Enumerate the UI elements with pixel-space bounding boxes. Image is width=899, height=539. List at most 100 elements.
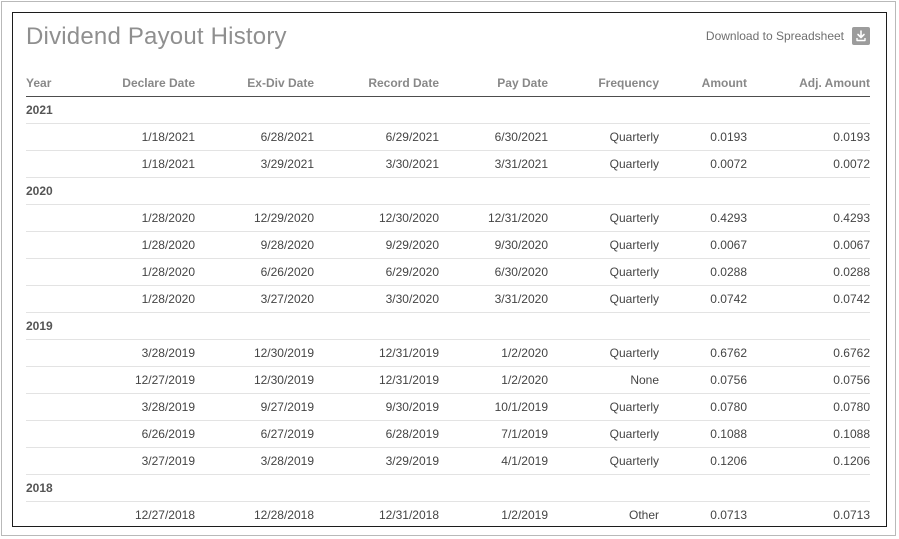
- column-header-adj-amount[interactable]: Adj. Amount: [747, 70, 870, 97]
- cell-frequency: Other: [628, 508, 659, 522]
- cell-record-date: 3/29/2019: [314, 447, 439, 475]
- cell-amount: 0.0193: [659, 123, 747, 151]
- cell-declare-date: 1/18/2021: [86, 123, 195, 151]
- year-group-row: 2021: [26, 96, 870, 124]
- cell-frequency: Quarterly: [548, 123, 659, 151]
- page-title: Dividend Payout History: [26, 23, 287, 50]
- cell-adj-amount: 0.0193: [747, 123, 870, 151]
- cell-amount: 0.4293: [659, 204, 747, 232]
- year-cell: [26, 258, 86, 286]
- cell-frequency: None: [548, 366, 659, 394]
- cell-record-date: 9/30/2019: [314, 393, 439, 421]
- year-group-label: 2018: [26, 474, 870, 502]
- column-header-frequency[interactable]: Frequency: [548, 70, 659, 97]
- year-cell: [26, 150, 86, 178]
- cell-adj-amount: 0.6762: [747, 339, 870, 367]
- cell-adj-amount: 0.0780: [747, 393, 870, 421]
- table-row: 1/18/2021 6/28/2021 6/29/2021 6/30/2021 Quar…: [26, 123, 870, 151]
- cell-ex-div-date: 6/26/2020: [195, 258, 314, 286]
- cell-adj-amount: 0.0067: [747, 231, 870, 259]
- year-group-row: 2018: [26, 474, 870, 502]
- cell-pay-date: 6/30/2020: [439, 258, 548, 286]
- content-panel: Dividend Payout History Download to Spre…: [12, 12, 887, 527]
- dividend-table-container: Year Declare Date Ex-Div Date Record Dat…: [26, 70, 870, 528]
- cell-adj-amount: 0.0713: [833, 508, 870, 522]
- cell-declare-date: 12/27/2019: [86, 366, 195, 394]
- year-group-row: 2020: [26, 177, 870, 205]
- cell-amount: 0.0288: [659, 258, 747, 286]
- cell-ex-div-date: 12/30/2019: [195, 339, 314, 367]
- cell-frequency: Quarterly: [548, 339, 659, 367]
- cell-frequency: Quarterly: [548, 393, 659, 421]
- cell-record-date: 6/29/2020: [314, 258, 439, 286]
- cell-pay-date: 10/1/2019: [439, 393, 548, 421]
- year-cell: [26, 231, 86, 259]
- cell-ex-div-date: 6/27/2019: [195, 420, 314, 448]
- year-group-row: 2019: [26, 312, 870, 340]
- cell-declare-date: 1/28/2020: [86, 231, 195, 259]
- table-row: 1/28/2020 3/27/2020 3/30/2020 3/31/2020 Quar…: [26, 285, 870, 313]
- cell-declare-date: 6/26/2019: [86, 420, 195, 448]
- table-row: 1/18/2021 3/29/2021 3/30/2021 3/31/2021 Quar…: [26, 150, 870, 178]
- year-cell: [26, 447, 86, 475]
- cell-adj-amount: 0.4293: [747, 204, 870, 232]
- column-header-amount[interactable]: Amount: [659, 70, 747, 97]
- cell-frequency: Quarterly: [548, 231, 659, 259]
- cell-declare-date: 3/28/2019: [86, 339, 195, 367]
- cell-declare-date: 3/28/2019: [86, 393, 195, 421]
- cell-record-date: 12/31/2019: [314, 339, 439, 367]
- cell-ex-div-date: 12/28/2018: [253, 508, 314, 522]
- cell-adj-amount: 0.0288: [747, 258, 870, 286]
- cell-pay-date: 4/1/2019: [439, 447, 548, 475]
- table-row: 1/28/2020 12/29/2020 12/30/2020 12/31/2020 Q…: [26, 204, 870, 232]
- cell-ex-div-date: 12/30/2019: [195, 366, 314, 394]
- cell-pay-date: 9/30/2020: [439, 231, 548, 259]
- cell-pay-date: 12/31/2020: [439, 204, 548, 232]
- cell-record-date: 12/31/2019: [314, 366, 439, 394]
- download-spreadsheet-button[interactable]: Download to Spreadsheet: [706, 27, 870, 45]
- cell-declare-date: 1/28/2020: [86, 204, 195, 232]
- cell-amount: 0.1088: [659, 420, 747, 448]
- cell-ex-div-date: 6/28/2021: [195, 123, 314, 151]
- year-cell: [26, 420, 86, 448]
- cell-ex-div-date: 9/27/2019: [195, 393, 314, 421]
- cell-adj-amount: 0.0072: [747, 150, 870, 178]
- cell-pay-date: 1/2/2020: [439, 339, 548, 367]
- cell-frequency: Quarterly: [548, 420, 659, 448]
- cell-pay-date: 1/2/2019: [501, 508, 548, 522]
- table-row: 3/27/2019 3/28/2019 3/29/2019 4/1/2019 Quart…: [26, 447, 870, 475]
- year-cell: [26, 204, 86, 232]
- year-cell: [26, 393, 86, 421]
- table-row: 1/28/2020 6/26/2020 6/29/2020 6/30/2020 Quar…: [26, 258, 870, 286]
- cell-amount: 0.6762: [659, 339, 747, 367]
- year-cell: [26, 123, 86, 151]
- column-header-year[interactable]: Year: [26, 70, 86, 97]
- year-cell: [26, 502, 86, 529]
- column-header-record-date[interactable]: Record Date: [314, 70, 439, 97]
- cell-record-date: 6/28/2019: [314, 420, 439, 448]
- cell-frequency: Quarterly: [548, 204, 659, 232]
- cell-ex-div-date: 3/29/2021: [195, 150, 314, 178]
- cell-pay-date: 3/31/2021: [439, 150, 548, 178]
- column-header-ex-div-date[interactable]: Ex-Div Date: [195, 70, 314, 97]
- year-group-label: 2019: [26, 312, 870, 340]
- table-header-row: Year Declare Date Ex-Div Date Record Dat…: [26, 70, 870, 97]
- column-header-pay-date[interactable]: Pay Date: [439, 70, 548, 97]
- dividend-history-table: Year Declare Date Ex-Div Date Record Dat…: [26, 70, 870, 528]
- cell-ex-div-date: 3/27/2020: [195, 285, 314, 313]
- cell-amount: 0.0713: [710, 508, 747, 522]
- cell-ex-div-date: 12/29/2020: [195, 204, 314, 232]
- download-icon[interactable]: [852, 27, 870, 45]
- cell-pay-date: 3/31/2020: [439, 285, 548, 313]
- cell-adj-amount: 0.1206: [747, 447, 870, 475]
- cell-declare-date: 12/27/2018: [134, 508, 195, 522]
- table-row: 12/27/2018 12/28/2018 12/31/2018 1/2/2019 Ot…: [26, 502, 870, 529]
- download-label: Download to Spreadsheet: [705, 29, 844, 43]
- cell-amount: 0.0780: [659, 393, 747, 421]
- cell-amount: 0.0756: [659, 366, 747, 394]
- column-header-declare-date[interactable]: Declare Date: [86, 70, 195, 97]
- cell-record-date: 3/30/2021: [314, 150, 439, 178]
- year-cell: [26, 339, 86, 367]
- cell-frequency: Quarterly: [548, 150, 659, 178]
- cell-ex-div-date: 3/28/2019: [195, 447, 314, 475]
